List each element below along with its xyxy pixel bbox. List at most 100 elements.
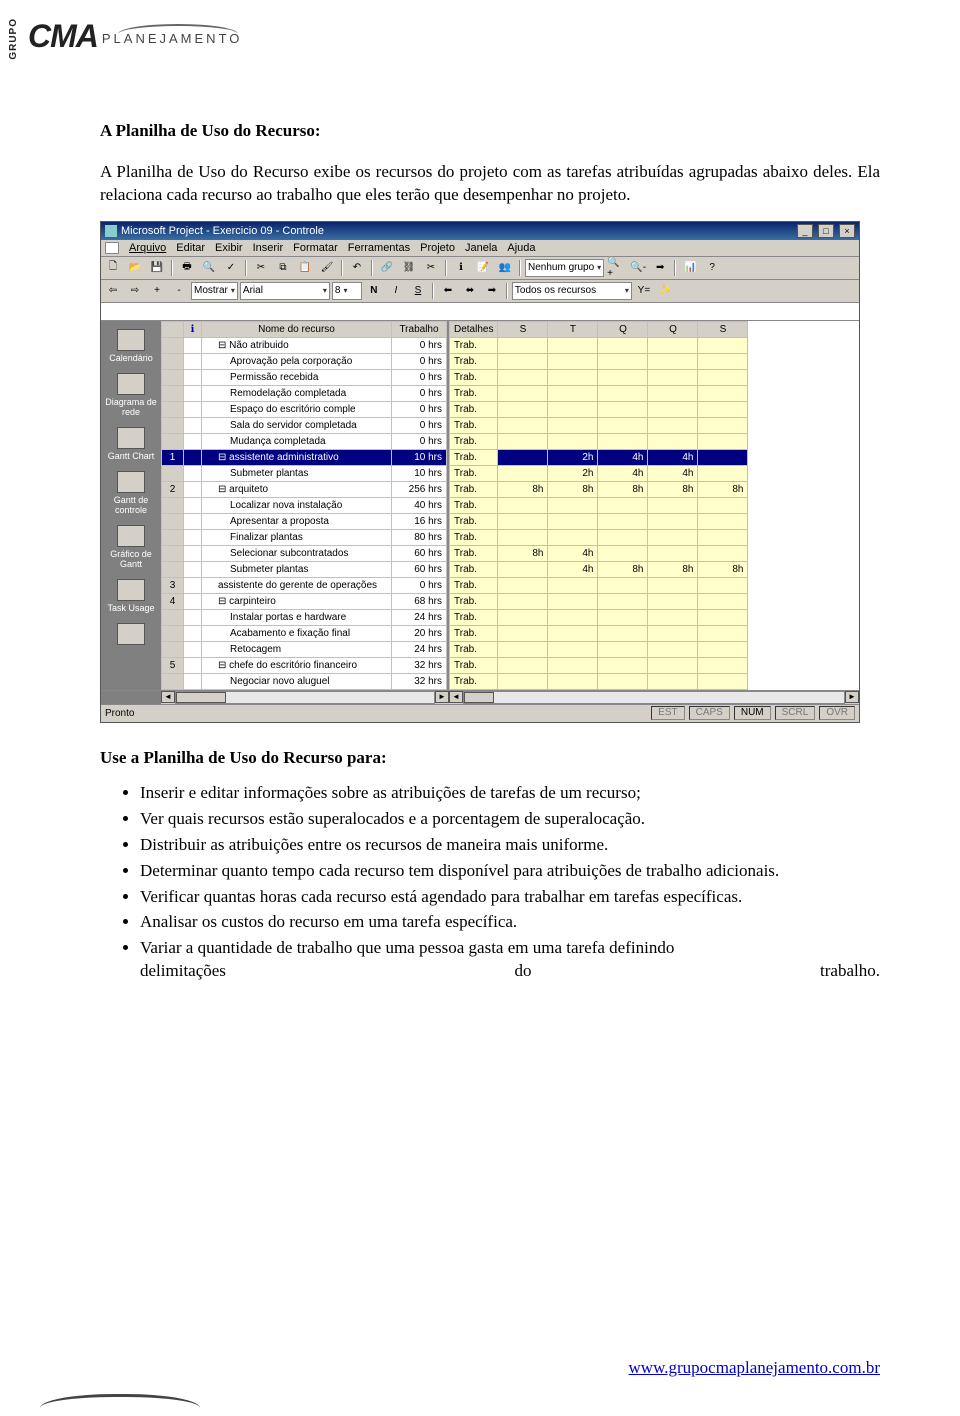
view-more[interactable] [104,621,158,653]
scroll-left-icon[interactable]: ◄ [161,691,175,703]
table-row[interactable]: Selecionar subcontratados60 hrs [162,545,447,561]
minimize-button[interactable]: _ [797,224,813,238]
new-icon[interactable]: 🗋 [103,259,123,277]
table-row[interactable]: Trab.2h4h4h [450,449,748,465]
day-header[interactable]: Q [648,321,698,337]
table-row[interactable]: Trab. [450,337,748,353]
table-row[interactable]: Trab. [450,673,748,689]
chart-icon[interactable]: 📊 [680,259,700,277]
row-header-col[interactable] [162,321,184,337]
table-row[interactable]: Trab. [450,433,748,449]
table-row[interactable]: Trab. [450,609,748,625]
underline-icon[interactable]: S [408,282,428,300]
split-icon[interactable]: ✂ [421,259,441,277]
bold-icon[interactable]: N [364,282,384,300]
view-task-usage[interactable]: Task Usage [104,577,158,619]
open-icon[interactable]: 📂 [125,259,145,277]
footer-link[interactable]: www.grupocmaplanejamento.com.br [629,1358,880,1378]
table-row[interactable]: Trab. [450,657,748,673]
group-combo[interactable]: Nenhum grupo▾ [525,259,604,277]
details-col-header[interactable]: Detalhes [450,321,498,337]
table-row[interactable]: Trab. [450,625,748,641]
paste-icon[interactable]: 📋 [295,259,315,277]
day-header[interactable]: T [548,321,598,337]
scroll-thumb[interactable] [464,692,494,703]
view-calendario[interactable]: Calendário [104,327,158,369]
view-grafico-gantt[interactable]: Gráfico de Gantt [104,523,158,575]
collapse-icon[interactable]: - [169,282,189,300]
table-row[interactable]: Apresentar a proposta16 hrs [162,513,447,529]
spell-icon[interactable]: ✓ [221,259,241,277]
table-row[interactable]: Remodelação completada0 hrs [162,385,447,401]
left-grid[interactable]: ℹ Nome do recurso Trabalho ⊟ Não atribui… [161,321,449,690]
table-row[interactable]: Trab. [450,593,748,609]
menu-editar[interactable]: Editar [176,242,205,254]
table-row[interactable]: Trab. [450,401,748,417]
table-row[interactable]: ⊟ Não atribuido0 hrs [162,337,447,353]
scroll-track-left[interactable] [175,691,435,704]
save-icon[interactable]: 💾 [147,259,167,277]
align-center-icon[interactable]: ⬌ [460,282,480,300]
view-gantt[interactable]: Gantt Chart [104,425,158,467]
scroll-right-icon[interactable]: ► [435,691,449,703]
table-row[interactable]: Espaço do escritório comple0 hrs [162,401,447,417]
indent-icon[interactable]: ⇨ [125,282,145,300]
info-icon[interactable]: ℹ [451,259,471,277]
table-row[interactable]: Negociar novo aluguel32 hrs [162,673,447,689]
table-row[interactable]: 1⊟ assistente administrativo10 hrs [162,449,447,465]
link-icon[interactable]: 🔗 [377,259,397,277]
info-col-header[interactable]: ℹ [184,321,202,337]
copy-icon[interactable]: ⧉ [273,259,293,277]
zoom-out-icon[interactable]: 🔍- [628,259,648,277]
table-row[interactable]: Mudança completada0 hrs [162,433,447,449]
table-row[interactable]: Trab. [450,369,748,385]
menu-arquivo[interactable]: Arquivo [129,242,166,254]
titlebar[interactable]: Microsoft Project - Exercicio 09 - Contr… [101,222,859,240]
menu-janela[interactable]: Janela [465,242,497,254]
table-row[interactable]: Instalar portas e hardware24 hrs [162,609,447,625]
menu-projeto[interactable]: Projeto [420,242,455,254]
table-row[interactable]: 2⊟ arquiteto256 hrs [162,481,447,497]
maximize-button[interactable]: □ [818,224,834,238]
table-row[interactable]: Trab.2h4h4h [450,465,748,481]
table-row[interactable]: Trab. [450,529,748,545]
right-grid[interactable]: Detalhes S T Q Q S Trab.Trab.Trab.Trab.T… [449,321,859,690]
autofilter-icon[interactable]: Y= [634,282,654,300]
table-row[interactable]: Aprovação pela corporação0 hrs [162,353,447,369]
format-painter-icon[interactable]: 🖌 [317,259,337,277]
goto-icon[interactable]: ➡ [650,259,670,277]
italic-icon[interactable]: I [386,282,406,300]
show-combo[interactable]: Mostrar▾ [191,282,238,300]
view-gantt-controle[interactable]: Gantt de controle [104,469,158,521]
menu-exibir[interactable]: Exibir [215,242,243,254]
table-row[interactable]: Submeter plantas60 hrs [162,561,447,577]
horizontal-scrollbar[interactable]: ◄ ► ◄ ► [101,690,859,704]
table-row[interactable]: Finalizar plantas80 hrs [162,529,447,545]
table-row[interactable]: Sala do servidor completada0 hrs [162,417,447,433]
scroll-thumb[interactable] [176,692,226,703]
table-row[interactable]: Trab. [450,577,748,593]
table-row[interactable]: Acabamento e fixação final20 hrs [162,625,447,641]
align-right-icon[interactable]: ➡ [482,282,502,300]
menu-inserir[interactable]: Inserir [253,242,284,254]
fontsize-combo[interactable]: 8▾ [332,282,362,300]
entry-bar[interactable] [101,303,859,321]
assign-icon[interactable]: 👥 [495,259,515,277]
table-row[interactable]: Permissão recebida0 hrs [162,369,447,385]
scroll-right-icon[interactable]: ► [845,691,859,703]
menu-formatar[interactable]: Formatar [293,242,338,254]
table-row[interactable]: Trab. [450,641,748,657]
zoom-in-icon[interactable]: 🔍+ [606,259,626,277]
outdent-icon[interactable]: ⇦ [103,282,123,300]
day-header[interactable]: S [698,321,748,337]
table-row[interactable]: 5⊟ chefe do escritório financeiro32 hrs [162,657,447,673]
table-row[interactable]: Trab. [450,417,748,433]
table-row[interactable]: 3 assistente do gerente de operações0 hr… [162,577,447,593]
help-icon[interactable]: ? [702,259,722,277]
day-header[interactable]: Q [598,321,648,337]
close-button[interactable]: × [839,224,855,238]
filter-combo[interactable]: Todos os recursos▾ [512,282,632,300]
scroll-track-right[interactable] [463,691,845,704]
menu-ajuda[interactable]: Ajuda [507,242,535,254]
undo-icon[interactable]: ↶ [347,259,367,277]
